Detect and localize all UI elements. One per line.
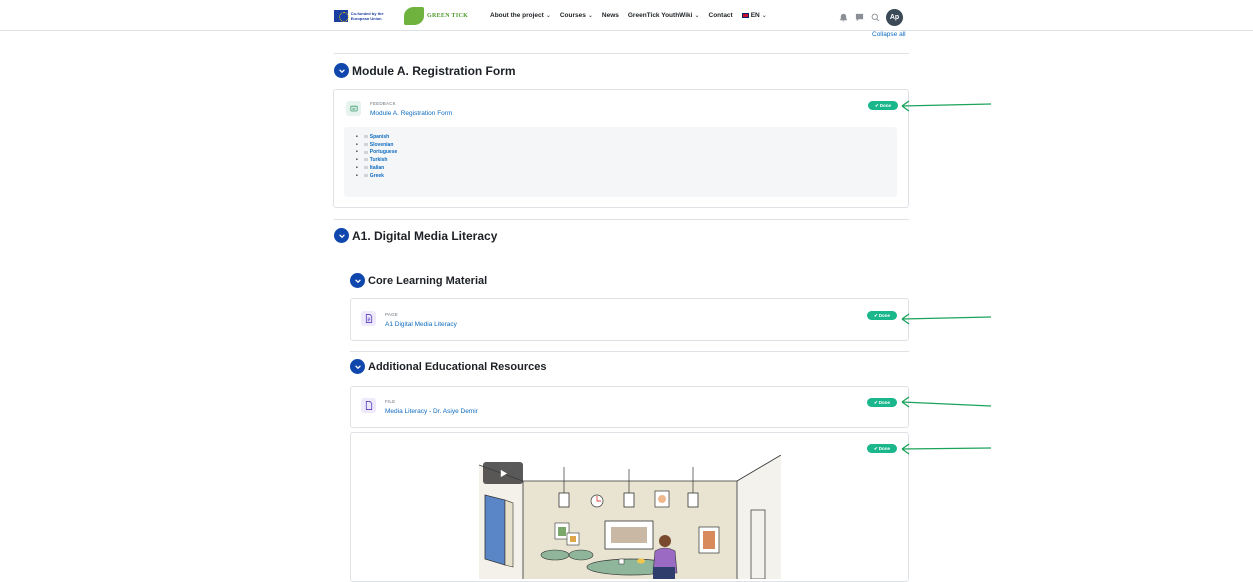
annotation-arrow-icon xyxy=(901,313,992,325)
done-label: Done xyxy=(878,446,891,451)
collapse-chevron-icon[interactable] xyxy=(350,273,365,288)
language-link: Spanish xyxy=(369,134,390,140)
nav-label: News xyxy=(601,12,619,19)
done-label: Done xyxy=(878,400,891,405)
flag-icon xyxy=(363,150,368,154)
divider xyxy=(334,219,909,220)
search-icon[interactable] xyxy=(870,13,880,23)
divider xyxy=(350,351,909,352)
feedback-icon xyxy=(346,101,361,116)
video-player[interactable] xyxy=(479,455,781,579)
nav-label: About the project xyxy=(490,12,544,19)
subsection-title: Core Learning Material xyxy=(368,274,488,287)
nav-label: Contact xyxy=(708,12,733,19)
language-link: Portuguese xyxy=(369,149,398,156)
done-badge: ✔ Done xyxy=(867,311,897,320)
done-badge: ✔ Done xyxy=(867,444,897,453)
language-list: Spanish Slovenian Portuguese Turkish Ita… xyxy=(356,134,397,180)
language-label: EN xyxy=(750,12,760,19)
greentick-logo[interactable]: GREEN TICK xyxy=(404,7,468,25)
activity-link[interactable]: Media Literacy - Dr. Asiye Demir xyxy=(385,408,478,415)
section-title: A1. Digital Media Literacy xyxy=(352,228,498,243)
check-icon: ✔ xyxy=(873,399,878,405)
page-icon xyxy=(361,311,376,326)
done-badge: ✔ Done xyxy=(867,398,897,407)
done-label: Done xyxy=(879,103,892,108)
annotation-arrow-icon xyxy=(901,100,992,112)
main-menu: About the project ⌄ Courses ⌄ News GreenTi… xyxy=(490,12,767,19)
activity-link[interactable]: A1 Digital Media Literacy xyxy=(385,321,457,328)
flag-icon xyxy=(363,173,368,177)
message-icon[interactable] xyxy=(854,13,864,23)
language-link: Turkish xyxy=(369,157,388,164)
play-button[interactable] xyxy=(483,462,523,484)
language-link: Slovenian xyxy=(369,141,394,148)
user-tools: Ap xyxy=(838,9,903,26)
nav-about-project[interactable]: About the project ⌄ xyxy=(490,12,551,19)
activity-link[interactable]: Module A. Registration Form xyxy=(370,110,452,117)
done-label: Done xyxy=(878,313,891,318)
top-navbar: Co-funded by the European Union GREEN TI… xyxy=(0,0,1253,31)
section-header-module-a[interactable]: Module A. Registration Form xyxy=(334,63,516,78)
collapse-chevron-icon[interactable] xyxy=(334,63,349,78)
nav-contact[interactable]: Contact xyxy=(709,12,733,19)
nav-news[interactable]: News xyxy=(602,12,619,19)
check-icon: ✔ xyxy=(873,312,878,318)
language-link: Greek xyxy=(369,172,384,179)
check-icon: ✔ xyxy=(874,102,879,108)
uk-flag-icon xyxy=(741,12,749,18)
nav-youthwiki[interactable]: GreenTick YouthWiki ⌄ xyxy=(628,12,700,19)
section-header-a1[interactable]: A1. Digital Media Literacy xyxy=(334,228,497,243)
activity-card-page: PAGE A1 Digital Media Literacy ✔ Done xyxy=(350,298,909,341)
list-item[interactable]: Portuguese xyxy=(356,149,397,157)
list-item[interactable]: Slovenian xyxy=(356,142,397,150)
subsection-title: Additional Educational Resources xyxy=(368,360,547,373)
check-icon: ✔ xyxy=(873,445,878,451)
chevron-down-icon: ⌄ xyxy=(545,13,551,19)
chevron-down-icon: ⌄ xyxy=(587,13,593,19)
annotation-arrow-icon xyxy=(901,396,992,408)
divider xyxy=(334,53,909,54)
greentick-logo-text: GREEN TICK xyxy=(427,13,469,19)
eu-logo-text: Co-funded by the European Union xyxy=(350,11,384,21)
flag-icon xyxy=(363,142,368,146)
subsection-header-core[interactable]: Core Learning Material xyxy=(350,273,487,288)
language-selector[interactable]: EN ⌄ xyxy=(741,12,767,19)
collapse-all-link[interactable]: Collapse all xyxy=(872,31,906,38)
nav-courses[interactable]: Courses ⌄ xyxy=(560,12,593,19)
nav-label: Courses xyxy=(559,12,586,19)
leaf-icon xyxy=(404,7,424,25)
eu-cofunded-logo[interactable]: Co-funded by the European Union xyxy=(334,9,400,23)
list-item[interactable]: Spanish xyxy=(356,134,397,142)
language-link: Italian xyxy=(369,164,385,171)
activity-card-file: FILE Media Literacy - Dr. Asiye Demir ✔ D… xyxy=(350,386,909,428)
room-illustration xyxy=(479,455,781,579)
activity-type-label: FILE xyxy=(385,399,396,404)
chevron-down-icon: ⌄ xyxy=(761,13,767,19)
collapse-chevron-icon[interactable] xyxy=(334,228,349,243)
done-badge: ✔ Done xyxy=(868,101,898,110)
activity-type-label: FEEDBACK xyxy=(370,101,396,106)
list-item[interactable]: Turkish xyxy=(356,157,397,165)
section-title: Module A. Registration Form xyxy=(352,63,516,78)
file-icon xyxy=(361,398,376,413)
user-avatar[interactable]: Ap xyxy=(886,9,903,26)
annotation-arrow-icon xyxy=(901,443,992,455)
eu-flag-icon xyxy=(334,10,349,22)
subsection-header-additional[interactable]: Additional Educational Resources xyxy=(350,359,546,374)
list-item[interactable]: Italian xyxy=(356,165,397,173)
play-icon xyxy=(500,469,507,477)
flag-icon xyxy=(363,165,368,169)
activity-type-label: PAGE xyxy=(385,312,398,317)
flag-icon xyxy=(363,135,368,139)
collapse-chevron-icon[interactable] xyxy=(350,359,365,374)
chevron-down-icon: ⌄ xyxy=(694,13,700,19)
nav-label: GreenTick YouthWiki xyxy=(627,12,693,19)
language-list-box: Spanish Slovenian Portuguese Turkish Ita… xyxy=(344,127,897,197)
bell-icon[interactable] xyxy=(838,13,848,23)
flag-icon xyxy=(363,158,368,162)
list-item[interactable]: Greek xyxy=(356,173,397,181)
